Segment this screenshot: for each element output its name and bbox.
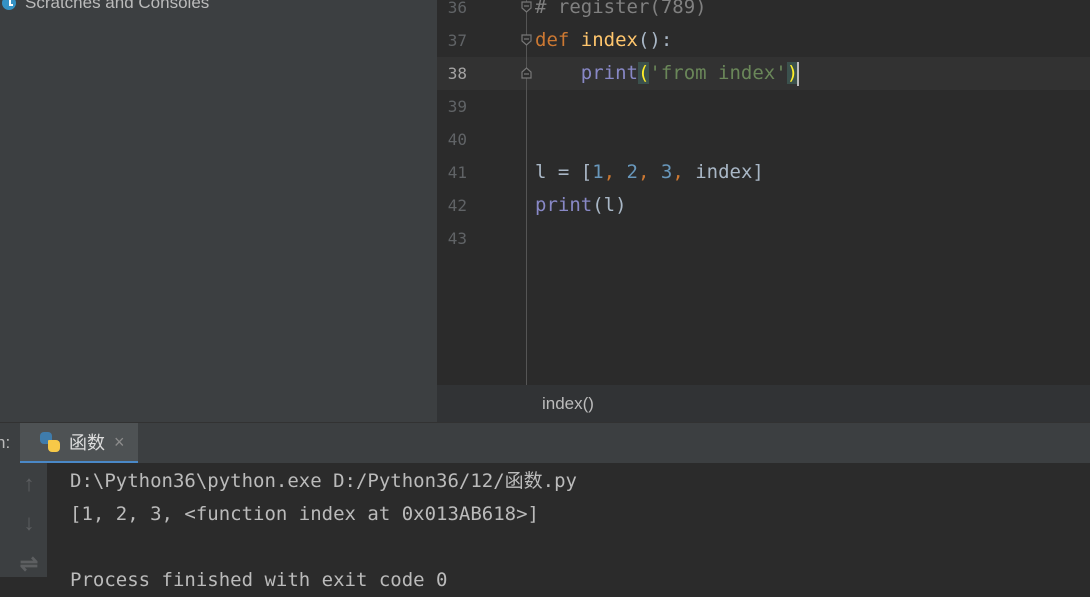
tree-item-label: Scratches and Consoles bbox=[25, 0, 210, 12]
fold-marker-icon[interactable] bbox=[521, 34, 532, 46]
code-line: l = [1, 2, 3, index] bbox=[535, 156, 764, 189]
code-token: print bbox=[580, 62, 638, 84]
up-arrow-icon[interactable]: ↑ bbox=[17, 471, 41, 497]
code-token: , bbox=[672, 161, 696, 183]
code-line: def index(): bbox=[535, 24, 672, 57]
soft-wrap-icon[interactable]: ⇌ bbox=[17, 551, 41, 577]
code-token: , bbox=[638, 161, 661, 183]
run-toolbar: ↑ ↓ ⇌ bbox=[0, 463, 47, 577]
line-number: 39 bbox=[447, 97, 467, 116]
close-icon[interactable]: × bbox=[114, 432, 125, 453]
code-line: # register(789) bbox=[535, 0, 707, 24]
code-token: # register(789) bbox=[535, 0, 707, 18]
code-token: 3 bbox=[660, 161, 673, 183]
text-caret bbox=[797, 61, 800, 86]
fold-guide bbox=[526, 0, 527, 385]
fold-marker-icon[interactable] bbox=[521, 67, 532, 79]
code-line: print('from index') bbox=[535, 57, 800, 90]
breadcrumb-bar: index() bbox=[437, 385, 1090, 422]
console-line: [1, 2, 3, <function index at 0x013AB618>… bbox=[70, 503, 539, 525]
code-token: (l) bbox=[592, 194, 627, 216]
code-editor[interactable]: 36 37 38 39 40 41 42 43 # register(789) def inde… bbox=[437, 0, 1090, 422]
code-line: print(l) bbox=[535, 189, 627, 222]
code-token: (): bbox=[637, 29, 673, 51]
tab-run-configuration[interactable]: 函数 × bbox=[20, 423, 138, 464]
run-console[interactable]: D:\Python36\python.exe D:/Python36/12/函数… bbox=[47, 463, 1090, 591]
down-arrow-icon[interactable]: ↓ bbox=[17, 510, 41, 536]
tab-label: 函数 bbox=[69, 433, 105, 453]
tree-item-scratches[interactable]: Scratches and Consoles bbox=[0, 0, 209, 14]
line-number: 41 bbox=[447, 163, 467, 182]
code-token: , bbox=[603, 161, 627, 183]
code-token: 'from index' bbox=[649, 62, 787, 84]
code-token: ( bbox=[637, 62, 650, 84]
line-number: 43 bbox=[447, 229, 467, 248]
code-token: 2 bbox=[626, 161, 638, 183]
code-token: l = [ bbox=[535, 161, 593, 183]
console-line: Process finished with exit code 0 bbox=[70, 569, 448, 591]
code-token: print bbox=[535, 194, 593, 216]
line-number: 38 bbox=[447, 64, 467, 83]
code-token: 1 bbox=[592, 161, 604, 183]
line-number: 37 bbox=[447, 31, 467, 50]
fold-marker-icon[interactable] bbox=[521, 1, 532, 13]
console-line: D:\Python36\python.exe D:/Python36/12/函数… bbox=[70, 470, 577, 492]
project-panel: Scratches and Consoles bbox=[0, 0, 437, 422]
code-token: index bbox=[580, 29, 638, 51]
line-number: 36 bbox=[447, 0, 467, 17]
code-token: index] bbox=[695, 161, 764, 183]
code-token: def bbox=[535, 29, 570, 51]
line-number: 42 bbox=[447, 196, 467, 215]
run-tool-window-header: n: 函数 × bbox=[0, 422, 1090, 464]
breadcrumb[interactable]: index() bbox=[542, 385, 594, 422]
line-number: 40 bbox=[447, 130, 467, 149]
python-icon bbox=[39, 431, 61, 453]
scratches-icon bbox=[0, 0, 16, 11]
run-label: n: bbox=[0, 433, 11, 452]
